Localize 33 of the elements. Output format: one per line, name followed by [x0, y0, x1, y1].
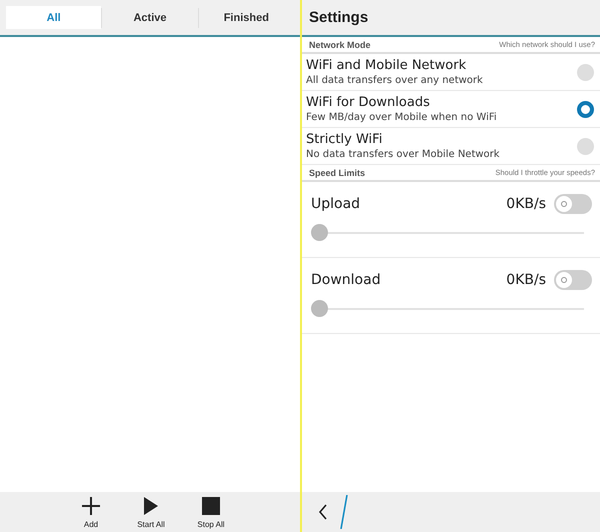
- option-label: Strictly WiFi: [306, 132, 384, 148]
- option-description: No data transfers over Mobile Network: [306, 148, 500, 160]
- toolbar-button[interactable]: Stop All: [190, 495, 232, 529]
- toolbar-button[interactable]: Add: [70, 495, 112, 529]
- speed-reading: 0KB/s: [506, 196, 546, 212]
- section-title: Network Mode: [309, 40, 371, 50]
- slider-thumb[interactable]: [311, 224, 328, 241]
- page-title: Settings: [309, 9, 368, 26]
- radio-button[interactable]: [577, 138, 594, 154]
- radio-button[interactable]: [577, 100, 594, 118]
- option-description: Few MB/day over Mobile when no WiFi: [306, 110, 497, 124]
- limit-label: Upload: [311, 196, 362, 212]
- toggle-switch[interactable]: [554, 194, 592, 214]
- divider-line-icon: [340, 495, 348, 529]
- section-title: Speed Limits: [309, 168, 366, 178]
- option-row[interactable]: WiFi and Mobile Network All data transfers over any network: [302, 54, 600, 91]
- option-description: All data transfers over any network: [306, 74, 483, 86]
- toolbar-button[interactable]: Start All: [130, 495, 172, 529]
- option-row[interactable]: WiFi for Downloads Few MB/day over Mobile when no WiFi: [302, 91, 600, 128]
- limit-label: Download: [311, 272, 382, 288]
- radio-button[interactable]: [577, 64, 594, 80]
- tab[interactable]: All: [6, 6, 102, 29]
- option-label: WiFi and Mobile Network: [306, 58, 468, 74]
- slider-thumb[interactable]: [311, 300, 328, 317]
- play-icon: [143, 496, 159, 516]
- stop-icon: [202, 497, 220, 515]
- back-icon[interactable]: [318, 504, 328, 520]
- option-label: WiFi for Downloads: [306, 94, 431, 110]
- toggle-switch[interactable]: [554, 270, 592, 290]
- tab[interactable]: Finished: [198, 6, 294, 29]
- speed-reading: 0KB/s: [506, 272, 546, 288]
- plus-icon: [81, 496, 101, 516]
- tab[interactable]: Active: [102, 6, 198, 29]
